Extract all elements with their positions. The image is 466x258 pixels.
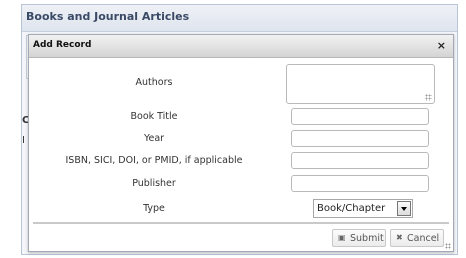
isbn-field[interactable] [291,152,429,169]
cancel-button[interactable]: ✖ Cancel [390,229,444,247]
book-title-label: Book Title [130,111,178,122]
resize-grip-icon[interactable] [445,243,451,249]
publisher-field[interactable] [291,175,429,192]
isbn-label: ISBN, SICI, DOI, or PMID, if applicable [65,155,243,166]
publisher-label: Publisher [132,178,176,189]
year-field[interactable] [291,130,429,147]
close-icon: ✖ [396,233,403,242]
close-icon[interactable]: × [437,39,446,52]
background-text-fragment: I [22,135,25,146]
chevron-down-icon[interactable] [397,201,411,216]
cancel-label: Cancel [407,233,440,244]
dialog-titlebar[interactable]: Add Record × [29,35,453,58]
page-header: Books and Journal Articles [22,5,457,32]
add-record-dialog: Add Record × Authors Book Title Year ISB… [28,34,454,252]
resize-grip-icon[interactable] [425,94,432,101]
authors-label: Authors [135,77,173,88]
dialog-title: Add Record [33,40,92,50]
dialog-divider [33,222,449,224]
authors-field[interactable] [286,64,435,104]
page-title: Books and Journal Articles [26,10,190,23]
type-selected-value: Book/Chapter [317,203,386,214]
save-icon: ▣ [338,233,346,242]
book-title-field[interactable] [291,108,429,125]
year-label: Year [143,133,165,144]
submit-label: Submit [350,233,384,244]
submit-button[interactable]: ▣ Submit [332,229,386,247]
type-select[interactable]: Book/Chapter [313,199,413,218]
type-label: Type [143,203,165,214]
